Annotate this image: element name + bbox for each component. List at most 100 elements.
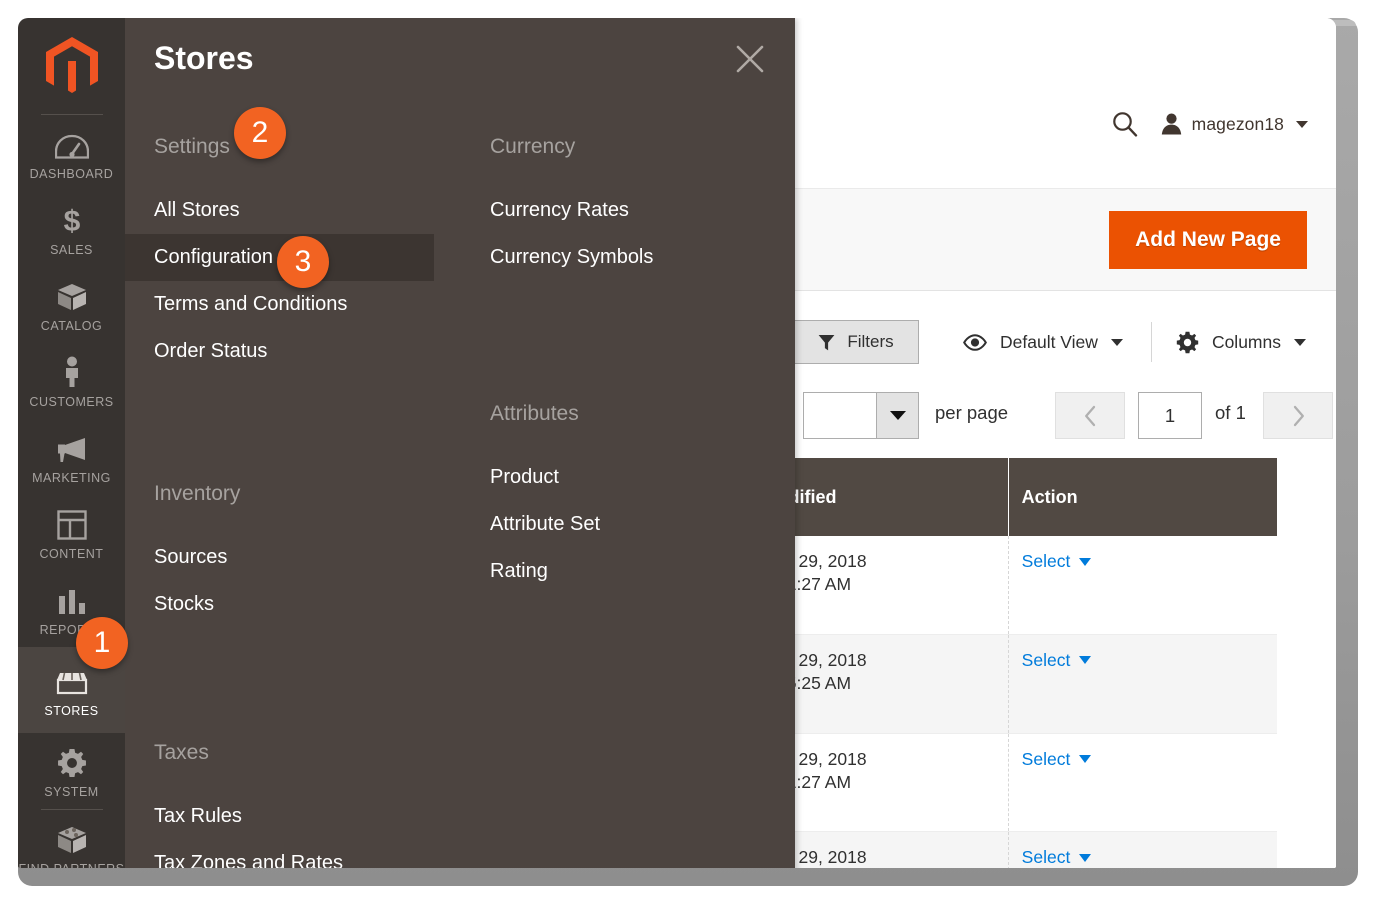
admin-sidebar: DASHBOARD $ SALES CATAL xyxy=(18,18,125,868)
dollar-sign-icon: $ xyxy=(60,204,84,236)
cell-action: Select xyxy=(1008,536,1277,634)
default-view-label: Default View xyxy=(1000,332,1098,353)
per-page-dropdown-arrow[interactable] xyxy=(876,393,918,438)
sidebar-item-system[interactable]: SYSTEM xyxy=(18,733,125,809)
chevron-down-icon xyxy=(1079,755,1091,763)
sidebar-item-catalog[interactable]: CATALOG xyxy=(18,267,125,343)
person-icon xyxy=(61,356,83,388)
select-action-link[interactable]: Select xyxy=(1022,649,1092,672)
select-action-link[interactable]: Select xyxy=(1022,550,1092,573)
menu-item-product[interactable]: Product xyxy=(461,454,791,501)
chevron-down-icon xyxy=(1079,558,1091,566)
cell-action: Select xyxy=(1008,832,1277,868)
sidebar-item-dashboard[interactable]: DASHBOARD xyxy=(18,115,125,191)
chevron-down-icon xyxy=(1296,121,1308,128)
columns-button[interactable]: Columns xyxy=(1158,320,1324,364)
menu-item-rating[interactable]: Rating xyxy=(461,548,791,595)
gear-icon xyxy=(57,746,87,778)
chevron-right-icon xyxy=(1291,405,1306,427)
step-badge-1: 1 xyxy=(76,617,128,669)
chevron-down-icon xyxy=(1079,854,1091,862)
eye-icon xyxy=(963,334,987,351)
select-action-label: Select xyxy=(1022,550,1071,573)
menu-group-attributes: Attributes ProductAttribute SetRating xyxy=(461,403,791,595)
sidebar-label: SALES xyxy=(50,243,93,259)
sidebar-item-content[interactable]: CONTENT xyxy=(18,495,125,571)
svg-text:$: $ xyxy=(63,205,80,236)
stores-menu-panel: Stores SettingsAll StoresConfigurationTe… xyxy=(125,18,795,868)
menu-item-currency-rates[interactable]: Currency Rates xyxy=(461,187,791,234)
select-action-label: Select xyxy=(1022,649,1071,672)
admin-header-right: magezon18 xyxy=(1111,110,1308,138)
column-header-action: Action xyxy=(1008,458,1277,536)
menu-columns: SettingsAll StoresConfigurationTerms and… xyxy=(125,136,795,868)
select-action-label: Select xyxy=(1022,846,1071,868)
menu-column-right: Currency Currency RatesCurrency Symbols At… xyxy=(461,136,791,595)
megaphone-icon xyxy=(55,432,89,464)
default-view-button[interactable]: Default View xyxy=(941,320,1145,364)
sidebar-item-sales[interactable]: $ SALES xyxy=(18,191,125,267)
search-icon[interactable] xyxy=(1111,110,1139,138)
sidebar-label: CUSTOMERS xyxy=(29,395,113,411)
user-avatar-icon xyxy=(1161,113,1182,135)
sidebar-item-find-partners[interactable]: FIND PARTNERS & EXTENSIONS xyxy=(18,810,125,868)
window-viewport: magezon18 Add New Page Filters xyxy=(18,18,1336,868)
next-page-button[interactable] xyxy=(1263,392,1333,439)
magento-logo[interactable] xyxy=(18,18,125,114)
menu-item-tax-rules[interactable]: Tax Rules xyxy=(125,793,545,840)
sidebar-item-customers[interactable]: CUSTOMERS xyxy=(18,343,125,419)
chevron-down-icon xyxy=(1111,339,1123,346)
gear-icon xyxy=(1176,331,1199,354)
sidebar-label: CONTENT xyxy=(40,547,104,563)
chevron-left-icon xyxy=(1083,405,1098,427)
filters-button[interactable]: Filters xyxy=(793,320,919,364)
sidebar-label: DASHBOARD xyxy=(30,167,114,183)
toolbar-divider xyxy=(1151,322,1152,362)
columns-label: Columns xyxy=(1212,332,1281,353)
menu-item-currency-symbols[interactable]: Currency Symbols xyxy=(461,234,791,281)
add-new-page-button[interactable]: Add New Page xyxy=(1109,211,1307,269)
user-name-label: magezon18 xyxy=(1192,114,1284,135)
menu-item-tax-zones-and-rates[interactable]: Tax Zones and Rates xyxy=(125,840,545,868)
close-icon-glyph xyxy=(731,40,769,78)
bar-chart-icon xyxy=(57,584,87,616)
current-page-input[interactable] xyxy=(1138,392,1202,439)
layout-icon xyxy=(57,508,87,540)
search-icon-glyph xyxy=(1111,110,1139,138)
step-badge-2: 2 xyxy=(234,107,286,159)
storefront-icon xyxy=(55,665,89,697)
per-page-select[interactable] xyxy=(803,392,919,439)
dashboard-gauge-icon xyxy=(55,128,89,160)
per-page-value xyxy=(804,393,876,438)
previous-page-button[interactable] xyxy=(1055,392,1125,439)
menu-group-title: Currency xyxy=(461,136,791,157)
select-action-label: Select xyxy=(1022,748,1071,771)
user-menu[interactable]: magezon18 xyxy=(1161,113,1308,135)
grid-toolbar-controls: Filters Default View xyxy=(793,320,1324,364)
chevron-down-icon xyxy=(1079,656,1091,664)
extension-box-icon xyxy=(56,823,88,855)
cell-action: Select xyxy=(1008,733,1277,832)
filters-label: Filters xyxy=(847,332,893,352)
screenshot-stage: magezon18 Add New Page Filters xyxy=(0,0,1373,903)
box-icon xyxy=(56,280,88,312)
close-icon[interactable] xyxy=(731,40,769,78)
per-page-label: per page xyxy=(935,402,1008,424)
chevron-down-icon xyxy=(890,411,906,420)
menu-item-attribute-set[interactable]: Attribute Set xyxy=(461,501,791,548)
menu-group-currency: Currency Currency RatesCurrency Symbols xyxy=(461,136,791,281)
sidebar-label: CATALOG xyxy=(41,319,102,335)
magento-logo-icon xyxy=(46,37,98,95)
sidebar-item-marketing[interactable]: MARKETING xyxy=(18,419,125,495)
step-badge-3: 3 xyxy=(277,236,329,288)
sidebar-label: STORES xyxy=(44,704,98,720)
cell-action: Select xyxy=(1008,634,1277,733)
sidebar-label: SYSTEM xyxy=(44,785,98,801)
select-action-link[interactable]: Select xyxy=(1022,748,1092,771)
menu-group-taxes: TaxesTax RulesTax Zones and Rates xyxy=(125,742,545,868)
menu-group-title: Attributes xyxy=(461,403,791,424)
funnel-icon xyxy=(818,334,835,351)
sidebar-label: MARKETING xyxy=(32,471,111,487)
sidebar-label: FIND PARTNERS & EXTENSIONS xyxy=(18,862,125,868)
select-action-link[interactable]: Select xyxy=(1022,846,1092,868)
